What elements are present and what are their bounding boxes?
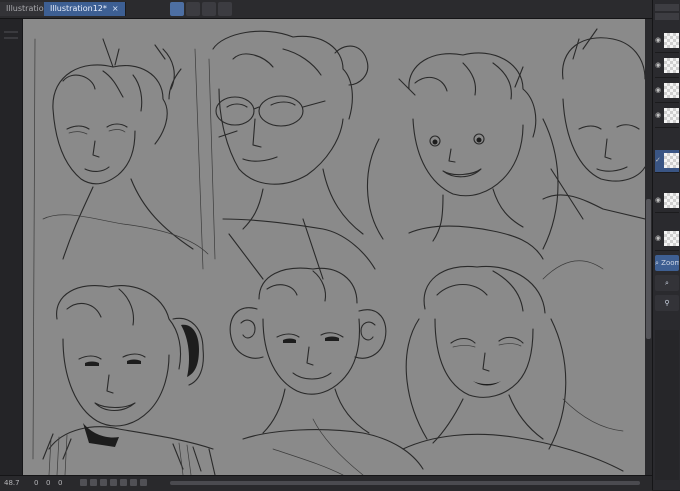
grid-icon[interactable]	[140, 479, 147, 486]
canvas-horizontal-scrollbar[interactable]	[170, 481, 640, 485]
layer-thumbnail	[664, 108, 679, 123]
scrollbar-thumb[interactable]	[170, 481, 640, 485]
layer-row[interactable]: ◉	[655, 228, 679, 251]
layer-row[interactable]: ◉	[655, 80, 679, 103]
eye-icon[interactable]: ◉	[655, 111, 662, 119]
panel-tab[interactable]	[655, 4, 679, 11]
panel-grip[interactable]	[4, 37, 18, 39]
tool-button[interactable]	[186, 2, 200, 16]
tool-button[interactable]	[170, 2, 184, 16]
tool-button[interactable]	[202, 2, 216, 16]
eye-icon[interactable]: ◉	[655, 196, 662, 204]
tab-label: Illustration12*	[50, 4, 107, 13]
panel-header	[655, 4, 679, 22]
status-value: 0	[58, 479, 63, 487]
check-icon[interactable]: ✓	[655, 156, 662, 164]
eye-icon[interactable]: ◉	[655, 36, 662, 44]
canvas-vertical-scrollbar[interactable]	[645, 19, 652, 475]
layer-thumbnail	[664, 83, 679, 98]
zoom-button[interactable]: ⌕ Zoom	[655, 255, 679, 271]
eye-icon[interactable]: ◉	[655, 86, 662, 94]
layer-thumbnail	[664, 58, 679, 73]
eye-icon[interactable]: ◉	[655, 61, 662, 69]
layer-row[interactable]: ◉	[655, 30, 679, 53]
panel-grip[interactable]	[4, 31, 18, 33]
navigator-tools: ⌕ Zoom ⌕ ⚲	[655, 255, 679, 315]
fit-icon[interactable]	[110, 479, 117, 486]
panel-tab[interactable]	[655, 13, 679, 20]
left-tool-strip	[0, 19, 23, 475]
layer-panel: ◉ ◉ ◉ ◉ ✓ ◉ ◉ ⌕ Zoom ⌕ ⚲	[652, 0, 680, 490]
layer-row[interactable]: ◉	[655, 105, 679, 128]
view-controls	[80, 479, 147, 486]
document-tab-bar: Illustration11 Illustration12* ×	[0, 0, 680, 19]
layer-thumbnail	[664, 33, 679, 48]
scrollbar-thumb[interactable]	[646, 199, 651, 339]
layer-thumbnail	[664, 231, 679, 246]
panel-empty-area	[655, 330, 679, 480]
settings-icon[interactable]	[130, 479, 137, 486]
layer-thumbnail	[664, 153, 679, 168]
zoom-level[interactable]: 48.7	[4, 476, 20, 490]
sketch-artwork	[32, 28, 645, 475]
layer-row[interactable]: ◉	[655, 190, 679, 213]
magnifier-icon[interactable]: ⚲	[655, 295, 679, 311]
layer-thumbnail	[664, 193, 679, 208]
status-value: 0	[34, 479, 39, 487]
zoom-button-label: Zoom	[661, 259, 679, 267]
flip-icon[interactable]	[100, 479, 107, 486]
reset-icon[interactable]	[120, 479, 127, 486]
rotate-right-icon[interactable]	[90, 479, 97, 486]
drawing-canvas[interactable]	[23, 19, 645, 475]
layer-row[interactable]: ◉	[655, 55, 679, 78]
search-icon[interactable]: ⌕	[655, 275, 679, 291]
rotate-left-icon[interactable]	[80, 479, 87, 486]
top-toolbar	[170, 2, 238, 16]
tab-illustration12[interactable]: Illustration12* ×	[44, 2, 126, 16]
eye-icon[interactable]: ◉	[655, 234, 662, 242]
status-bar: 48.7 0 0 0	[0, 475, 652, 491]
close-tab-icon[interactable]: ×	[112, 4, 119, 13]
tool-button[interactable]	[218, 2, 232, 16]
layer-row-selected[interactable]: ✓	[655, 150, 679, 173]
status-value: 0	[46, 479, 51, 487]
